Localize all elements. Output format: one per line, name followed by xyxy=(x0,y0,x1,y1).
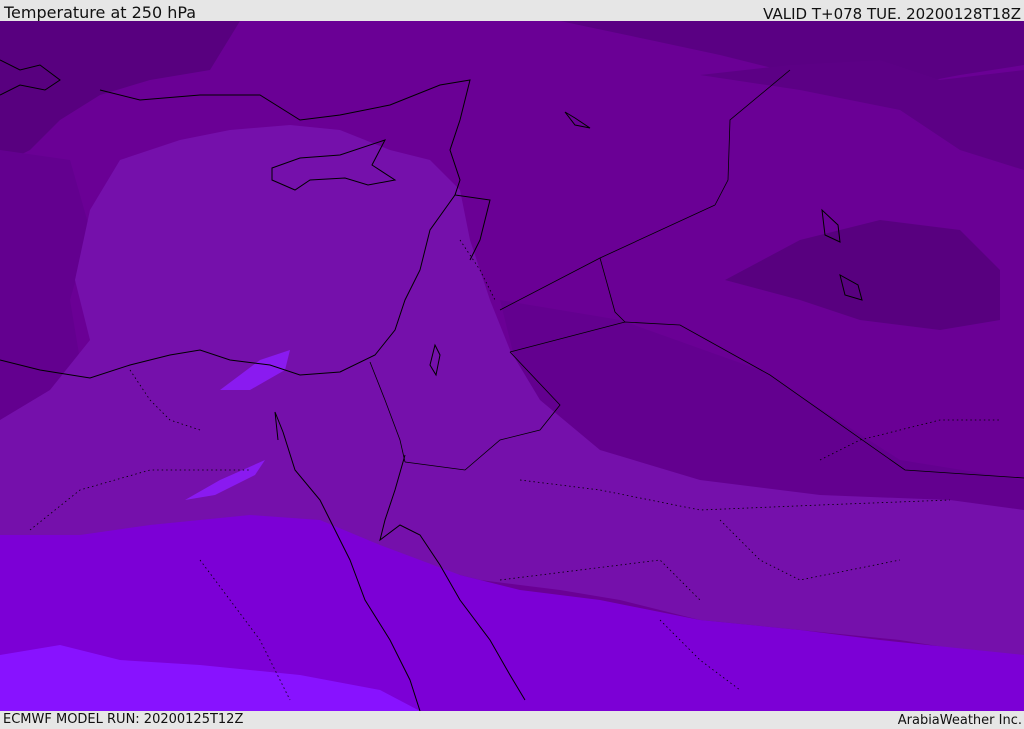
map-canvas xyxy=(0,21,1024,711)
weather-map[interactable] xyxy=(0,21,1024,711)
map-title: Temperature at 250 hPa xyxy=(4,3,197,22)
credit-text: ArabiaWeather Inc. xyxy=(897,713,1022,728)
footer-bar: ECMWF MODEL RUN: 20200125T12Z ArabiaWeat… xyxy=(0,711,1024,729)
model-run: ECMWF MODEL RUN: 20200125T12Z xyxy=(3,712,244,727)
header-bar: Temperature at 250 hPa VALID T+078 TUE. … xyxy=(0,0,1024,23)
